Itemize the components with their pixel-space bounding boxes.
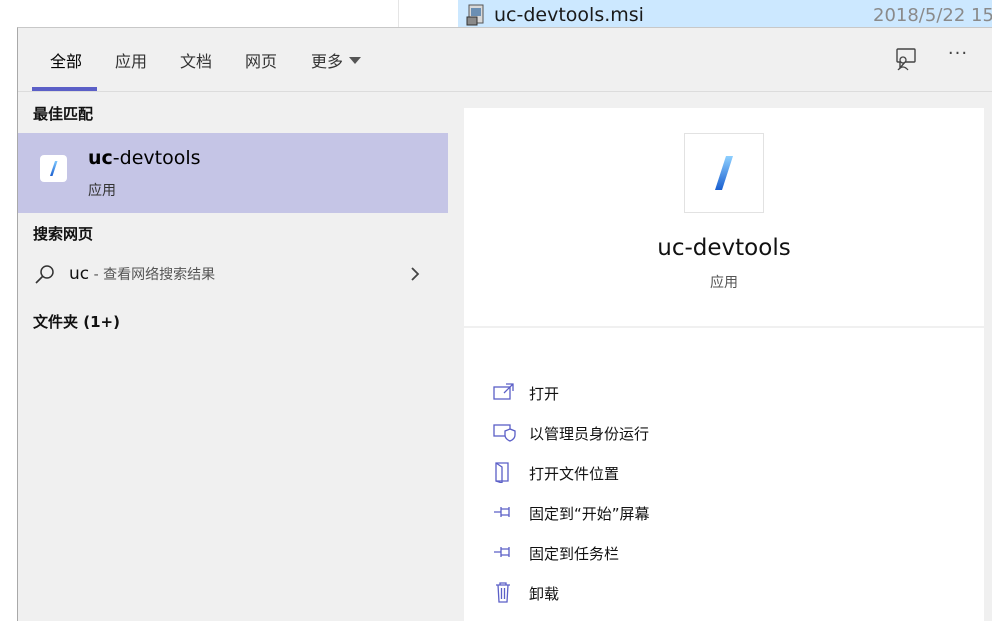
tab-more[interactable]: 更多	[311, 48, 362, 72]
uc-devtools-app-icon	[40, 155, 67, 182]
best-match-title: uc-devtools	[88, 147, 201, 169]
app-detail-header: uc-devtools 应用	[464, 108, 984, 328]
tab-web[interactable]: 网页	[245, 48, 277, 72]
open-icon	[493, 383, 514, 400]
action-open[interactable]: 打开	[464, 373, 984, 413]
uc-devtools-large-icon	[684, 133, 764, 213]
web-search-result[interactable]: uc - 查看网络搜索结果	[18, 253, 448, 297]
run-as-admin-icon	[493, 424, 516, 442]
file-location-icon	[495, 462, 509, 483]
best-match-item[interactable]: uc-devtools 应用	[18, 133, 448, 213]
action-pin-to-taskbar-label: 固定到任务栏	[529, 545, 620, 563]
active-tab-indicator	[32, 87, 97, 91]
explorer-file-name: uc-devtools.msi	[494, 4, 644, 26]
explorer-divider	[398, 0, 399, 30]
search-icon	[35, 265, 54, 284]
action-uninstall-label: 卸载	[529, 585, 560, 603]
action-pin-to-start-label: 固定到“开始”屏幕	[529, 505, 650, 523]
tab-more-label: 更多	[311, 52, 344, 71]
trash-icon	[496, 582, 510, 603]
web-search-description: - 查看网络搜索结果	[89, 267, 216, 283]
feedback-icon[interactable]	[892, 46, 920, 74]
search-panel: 全部 应用 文档 网页 更多 ··· 最佳匹配 uc-devtools 应用 搜…	[17, 27, 992, 621]
web-search-term: uc	[69, 264, 90, 284]
best-match-title-rest: -devtools	[112, 147, 201, 169]
best-match-subtitle: 应用	[88, 183, 116, 199]
app-detail-subtitle: 应用	[710, 275, 738, 291]
action-pin-to-start[interactable]: 固定到“开始”屏幕	[464, 493, 984, 533]
more-options-icon[interactable]: ···	[943, 43, 973, 73]
action-run-as-admin[interactable]: 以管理员身份运行	[464, 413, 984, 453]
web-search-query: uc - 查看网络搜索结果	[69, 264, 215, 284]
action-pin-to-taskbar[interactable]: 固定到任务栏	[464, 533, 984, 573]
msi-file-icon	[466, 4, 484, 26]
action-uninstall[interactable]: 卸载	[464, 573, 984, 613]
action-open-file-location[interactable]: 打开文件位置	[464, 453, 984, 493]
best-match-heading: 最佳匹配	[33, 105, 94, 123]
search-tabs-bar: 全部 应用 文档 网页 更多 ···	[18, 28, 992, 92]
action-run-as-admin-label: 以管理员身份运行	[529, 425, 650, 443]
app-detail-pane: uc-devtools 应用 打开 以管理员身份运行 打开文件位置 固定到“开始…	[464, 108, 984, 621]
tab-apps[interactable]: 应用	[115, 48, 147, 72]
tab-all[interactable]: 全部	[50, 48, 82, 72]
explorer-file-date: 2018/5/22 15	[873, 5, 992, 26]
pin-icon	[494, 547, 510, 557]
folders-heading[interactable]: 文件夹 (1+)	[33, 311, 120, 332]
action-open-label: 打开	[529, 385, 560, 403]
chevron-right-icon[interactable]	[408, 265, 422, 283]
web-search-heading: 搜索网页	[33, 225, 94, 243]
results-list: 最佳匹配 uc-devtools 应用 搜索网页 uc - 查看网络搜索结果 文…	[18, 93, 448, 621]
pin-icon	[494, 507, 510, 517]
tab-documents[interactable]: 文档	[180, 48, 212, 72]
background-explorer: uc-devtools.msi 2018/5/22 15	[0, 0, 992, 30]
app-detail-title: uc-devtools	[657, 235, 791, 261]
chevron-down-icon	[349, 57, 362, 64]
action-open-file-location-label: 打开文件位置	[529, 465, 620, 483]
best-match-title-bold: uc	[88, 147, 113, 169]
